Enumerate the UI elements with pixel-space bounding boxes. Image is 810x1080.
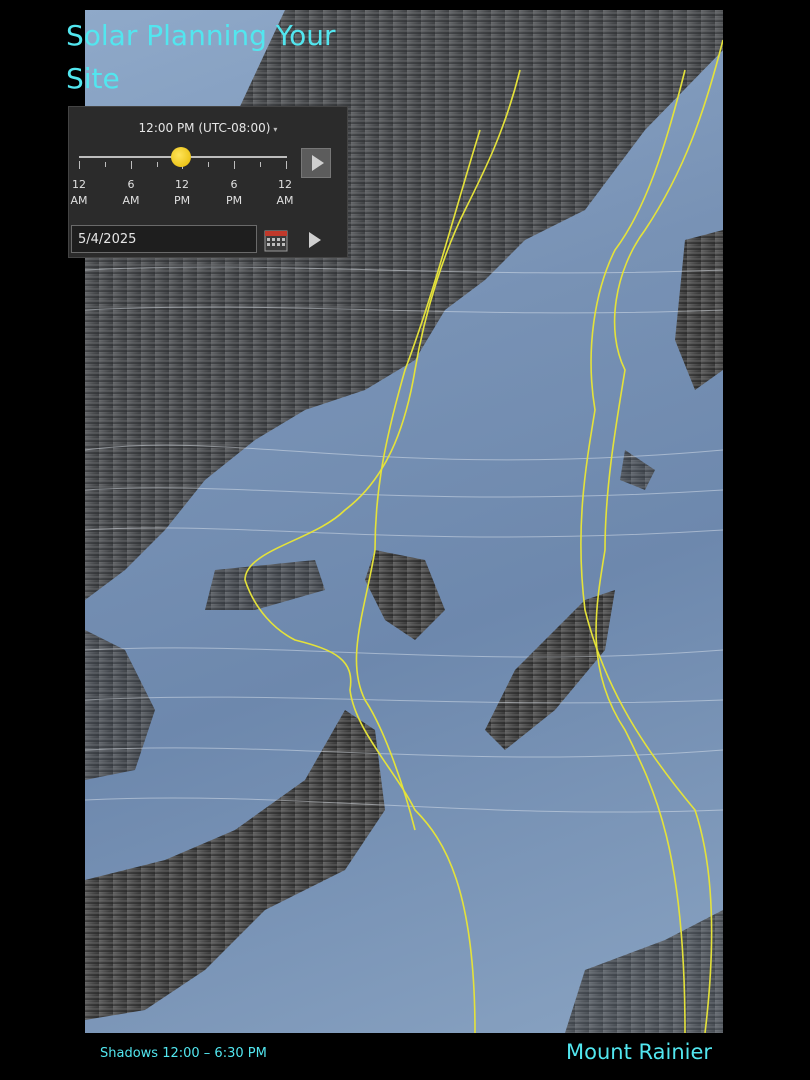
tick-label: 12 PM (173, 178, 191, 207)
date-field[interactable] (71, 225, 257, 253)
sun-slider-thumb[interactable] (171, 147, 191, 167)
chevron-down-icon: ▾ (273, 125, 278, 134)
tick-label: 12 AM (70, 178, 88, 207)
shadow-region (365, 550, 445, 640)
slider-tick (286, 161, 287, 169)
tick-label: 12 AM (276, 178, 294, 207)
slider-tick (131, 161, 132, 169)
shadows-caption: Shadows 12:00 – 6:30 PM (100, 1046, 267, 1061)
shadow-region (565, 910, 723, 1033)
shadow-region (205, 560, 325, 610)
play-icon (312, 155, 324, 171)
slider-tick (260, 162, 261, 167)
date-play-button[interactable] (305, 229, 327, 251)
shadow-region (485, 590, 615, 750)
page-title: Solar Planning Your Site (66, 19, 336, 95)
slider-tick (208, 162, 209, 167)
play-icon (309, 232, 321, 248)
slider-tick (234, 161, 235, 169)
tick-label: 6 AM (122, 178, 140, 207)
time-slider-panel: 12:00 PM (UTC-08:00) ▾ 12 AM 6 AM 12 PM 6 PM … (68, 106, 348, 258)
tick-label: 6 PM (225, 178, 243, 207)
slider-tick (105, 162, 106, 167)
time-label: 12:00 PM (UTC-08:00) (138, 121, 271, 135)
time-dropdown[interactable]: 12:00 PM (UTC-08:00) ▾ (69, 121, 347, 135)
slider-tick (79, 161, 80, 169)
play-button[interactable] (301, 148, 331, 178)
calendar-icon[interactable] (264, 228, 288, 252)
location-caption: Mount Rainier (566, 1040, 713, 1064)
slider-tick (157, 162, 158, 167)
shadow-region (85, 630, 155, 780)
